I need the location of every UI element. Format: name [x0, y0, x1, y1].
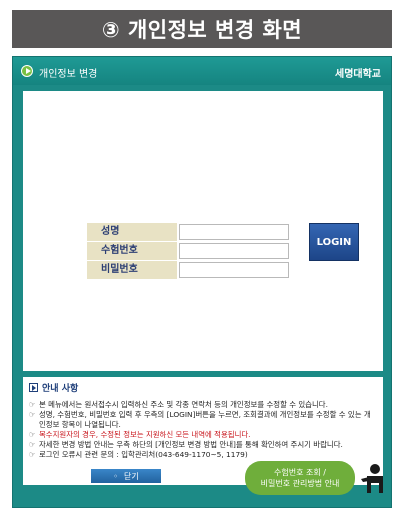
login-panel: 성명 수험번호 비밀번호 LOGIN — [23, 91, 383, 371]
arrow-box-icon — [29, 383, 38, 392]
notice-text: 자세한 변경 방법 안내는 우측 하단의 [개인정보 변경 방법 안내]를 통해… — [39, 440, 343, 449]
close-label: 닫기 — [123, 471, 139, 481]
window-title: 개인정보 변경 — [39, 69, 98, 80]
notice-heading: 안내 사항 — [29, 381, 377, 394]
name-label: 성명 — [87, 223, 177, 241]
name-row: 성명 — [87, 223, 289, 241]
notice-text: 로그인 오류시 관련 문의 : 입학관리처(043-649-1170~5, 11… — [39, 450, 248, 459]
notice-item: ☞ 로그인 오류시 관련 문의 : 입학관리처(043-649-1170~5, … — [29, 450, 377, 460]
notice-item: ☞ 자세한 변경 방법 안내는 우측 하단의 [개인정보 변경 방법 안내]를 … — [29, 440, 377, 450]
notice-item: ☞ 본 메뉴에서는 원서접수시 입력하신 주소 및 각종 연락처 등의 개인정보… — [29, 400, 377, 410]
hand-pointer-icon: ☞ — [29, 440, 36, 449]
arrow-icon — [21, 65, 33, 77]
notice-text: 복수지원자의 경우, 수정된 정보는 지원하신 모든 내역에 적용됩니다. — [39, 430, 251, 439]
page-banner: ③ 개인정보 변경 화면 — [12, 10, 392, 48]
hand-pointer-icon: ☞ — [29, 450, 36, 459]
guide-line-2: 비밀번호 관리방법 안내 — [260, 479, 340, 488]
personal-info-window: 개인정보 변경 세명대학교 성명 수험번호 비밀번호 LOGIN 안내 사항 ☞ — [12, 56, 392, 508]
notice-title: 안내 사항 — [42, 384, 79, 394]
window-header: 개인정보 변경 세명대학교 — [13, 57, 391, 85]
account-guide-button[interactable]: 수험번호 조회 / 비밀번호 관리방법 안내 — [245, 461, 355, 495]
university-brand: 세명대학교 — [335, 69, 381, 80]
password-input[interactable] — [179, 262, 289, 278]
notice-text: 본 메뉴에서는 원서접수시 입력하신 주소 및 각종 연락처 등의 개인정보를 … — [39, 400, 328, 409]
hand-pointer-icon: ☞ — [29, 410, 36, 419]
hand-pointer-icon: ☞ — [29, 400, 36, 409]
login-button[interactable]: LOGIN — [309, 223, 359, 261]
name-input[interactable] — [179, 224, 289, 240]
password-row: 비밀번호 — [87, 261, 289, 279]
notice-item-highlight: ☞ 복수지원자의 경우, 수정된 정보는 지원하신 모든 내역에 적용됩니다. — [29, 430, 377, 440]
hand-pointer-icon: ☞ — [29, 430, 36, 439]
notice-text: 성명, 수험번호, 비밀번호 입력 후 우측의 [LOGIN]버튼을 누르면, … — [39, 410, 371, 429]
login-form: 성명 수험번호 비밀번호 — [87, 223, 289, 280]
password-label: 비밀번호 — [87, 261, 177, 279]
bullet-dot-icon: ◦ — [113, 471, 118, 481]
exam-number-label: 수험번호 — [87, 242, 177, 260]
person-icon — [361, 464, 383, 493]
guide-line-1: 수험번호 조회 / — [274, 468, 326, 477]
notice-item: ☞ 성명, 수험번호, 비밀번호 입력 후 우측의 [LOGIN]버튼을 누르면… — [29, 410, 377, 430]
exam-number-row: 수험번호 — [87, 242, 289, 260]
exam-number-input[interactable] — [179, 243, 289, 259]
close-button[interactable]: ◦ 닫기 — [91, 469, 161, 483]
